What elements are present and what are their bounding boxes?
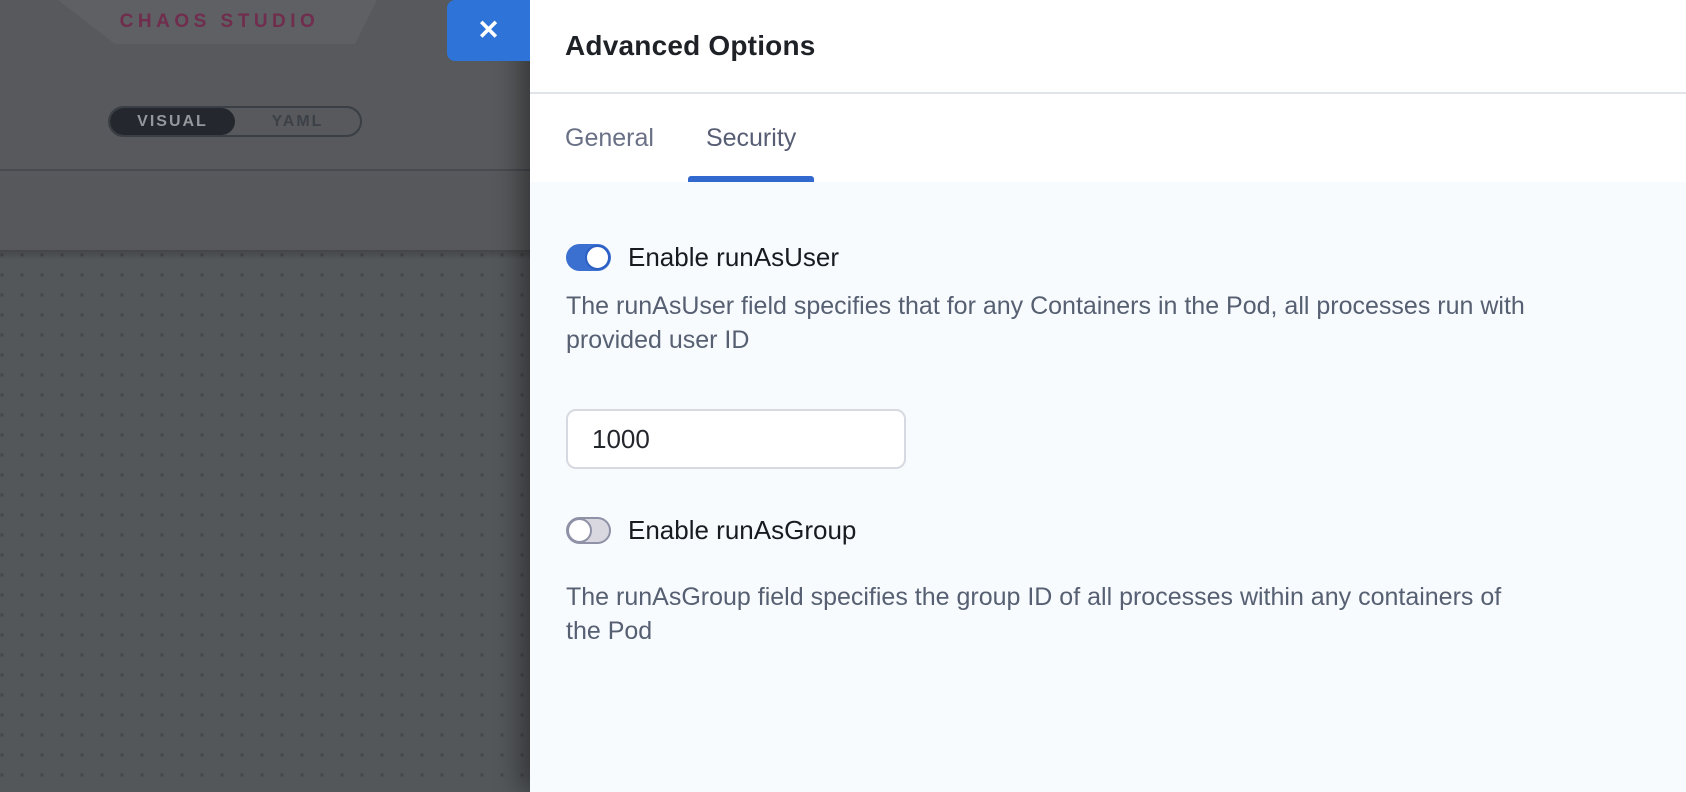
visual-tab-label: VISUAL bbox=[137, 113, 208, 131]
chaos-studio-screen: CHAOS STUDIO VISUAL YAML ✕ Advanced Opti… bbox=[0, 0, 1686, 792]
advanced-options-drawer: Advanced Options General Security Enable… bbox=[530, 0, 1686, 792]
experiment-canvas bbox=[0, 250, 530, 792]
tab-security[interactable]: Security bbox=[706, 94, 796, 182]
tab-general[interactable]: General bbox=[565, 94, 654, 182]
toggle-knob bbox=[585, 245, 610, 270]
close-drawer-button[interactable]: ✕ bbox=[447, 0, 530, 61]
drawer-header: Advanced Options bbox=[530, 0, 1686, 94]
studio-title: CHAOS STUDIO bbox=[90, 11, 346, 33]
run-as-user-input[interactable] bbox=[566, 409, 906, 469]
run-as-user-toggle-label: Enable runAsUser bbox=[628, 242, 839, 273]
view-mode-toggle[interactable]: VISUAL YAML bbox=[108, 106, 362, 137]
studio-title-ribbon: CHAOS STUDIO bbox=[58, 0, 377, 44]
close-icon: ✕ bbox=[477, 17, 500, 44]
drawer-title: Advanced Options bbox=[565, 30, 816, 62]
visual-tab[interactable]: VISUAL bbox=[110, 108, 235, 135]
yaml-tab[interactable]: YAML bbox=[235, 108, 360, 135]
toggle-knob bbox=[567, 518, 592, 543]
run-as-user-toggle-row: Enable runAsUser bbox=[566, 244, 1590, 271]
run-as-group-description: The runAsGroup field specifies the group… bbox=[566, 580, 1526, 648]
run-as-group-toggle-row: Enable runAsGroup bbox=[566, 517, 1590, 544]
run-as-group-toggle[interactable] bbox=[566, 517, 611, 544]
studio-toolbar-band bbox=[0, 171, 530, 250]
run-as-group-toggle-label: Enable runAsGroup bbox=[628, 515, 856, 546]
run-as-user-toggle[interactable] bbox=[566, 244, 611, 271]
run-as-user-description: The runAsUser field specifies that for a… bbox=[566, 289, 1526, 357]
drawer-tabs: General Security bbox=[530, 94, 1686, 182]
yaml-tab-label: YAML bbox=[272, 113, 324, 131]
security-tab-panel: Enable runAsUser The runAsUser field spe… bbox=[530, 182, 1686, 792]
dimmed-studio-backdrop: CHAOS STUDIO VISUAL YAML bbox=[0, 0, 530, 792]
